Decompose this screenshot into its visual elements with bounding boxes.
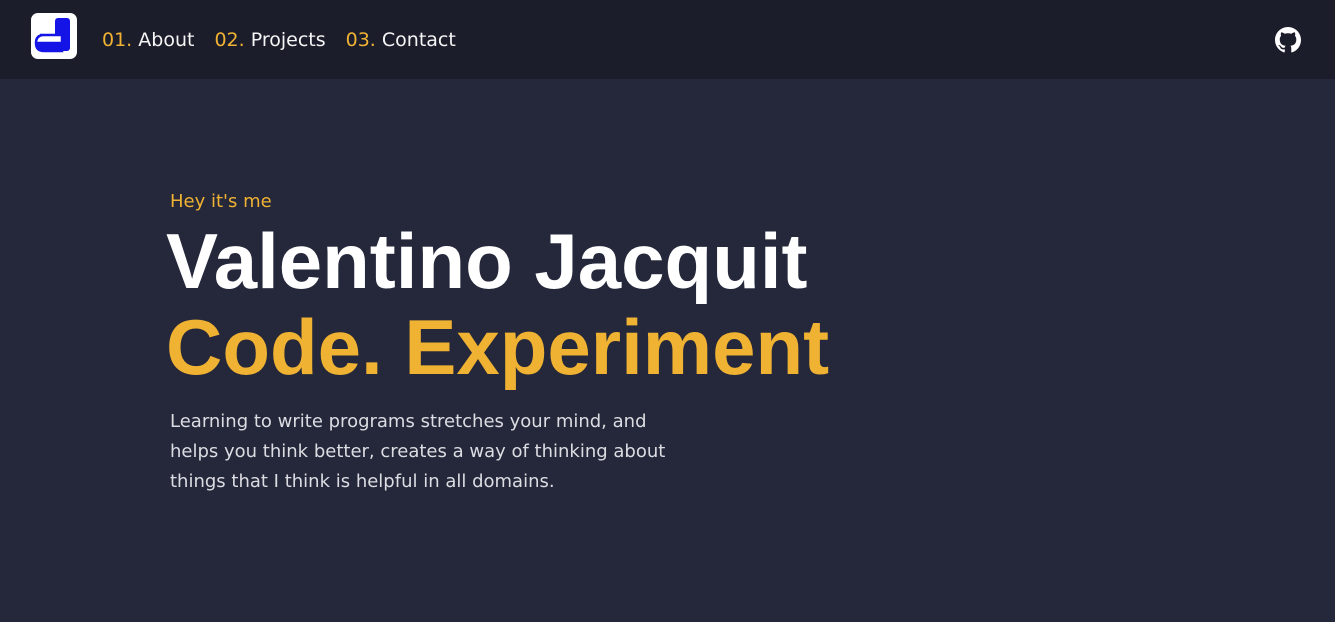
github-icon <box>1275 27 1301 53</box>
nav-link-number: 02. <box>214 29 245 51</box>
hero-tagline: Code. Experiment <box>166 303 830 391</box>
nav-link-projects[interactable]: 02. Projects <box>214 28 325 52</box>
nav-link-label: Contact <box>381 29 456 51</box>
nav-link-label: About <box>138 29 195 51</box>
nav-link-number: 01. <box>102 29 133 51</box>
navbar: 01. About 02. Projects 03. Contact <box>0 0 1335 79</box>
hero-eyebrow: Hey it's me <box>170 191 272 212</box>
nav-link-about[interactable]: 01. About <box>102 28 194 52</box>
hero-name: Valentino Jacquit <box>166 217 808 305</box>
nav-link-number: 03. <box>345 29 376 51</box>
hero-section: Hey it's me Valentino Jacquit Code. Expe… <box>166 190 829 497</box>
logo[interactable] <box>31 13 77 59</box>
github-link[interactable] <box>1275 27 1301 53</box>
nav-link-label: Projects <box>250 29 326 51</box>
nav-link-contact[interactable]: 03. Contact <box>346 28 456 52</box>
nav-links: 01. About 02. Projects 03. Contact <box>102 28 456 52</box>
hero-description: Learning to write programs stretches you… <box>170 411 666 492</box>
j-logo-icon <box>34 18 70 53</box>
